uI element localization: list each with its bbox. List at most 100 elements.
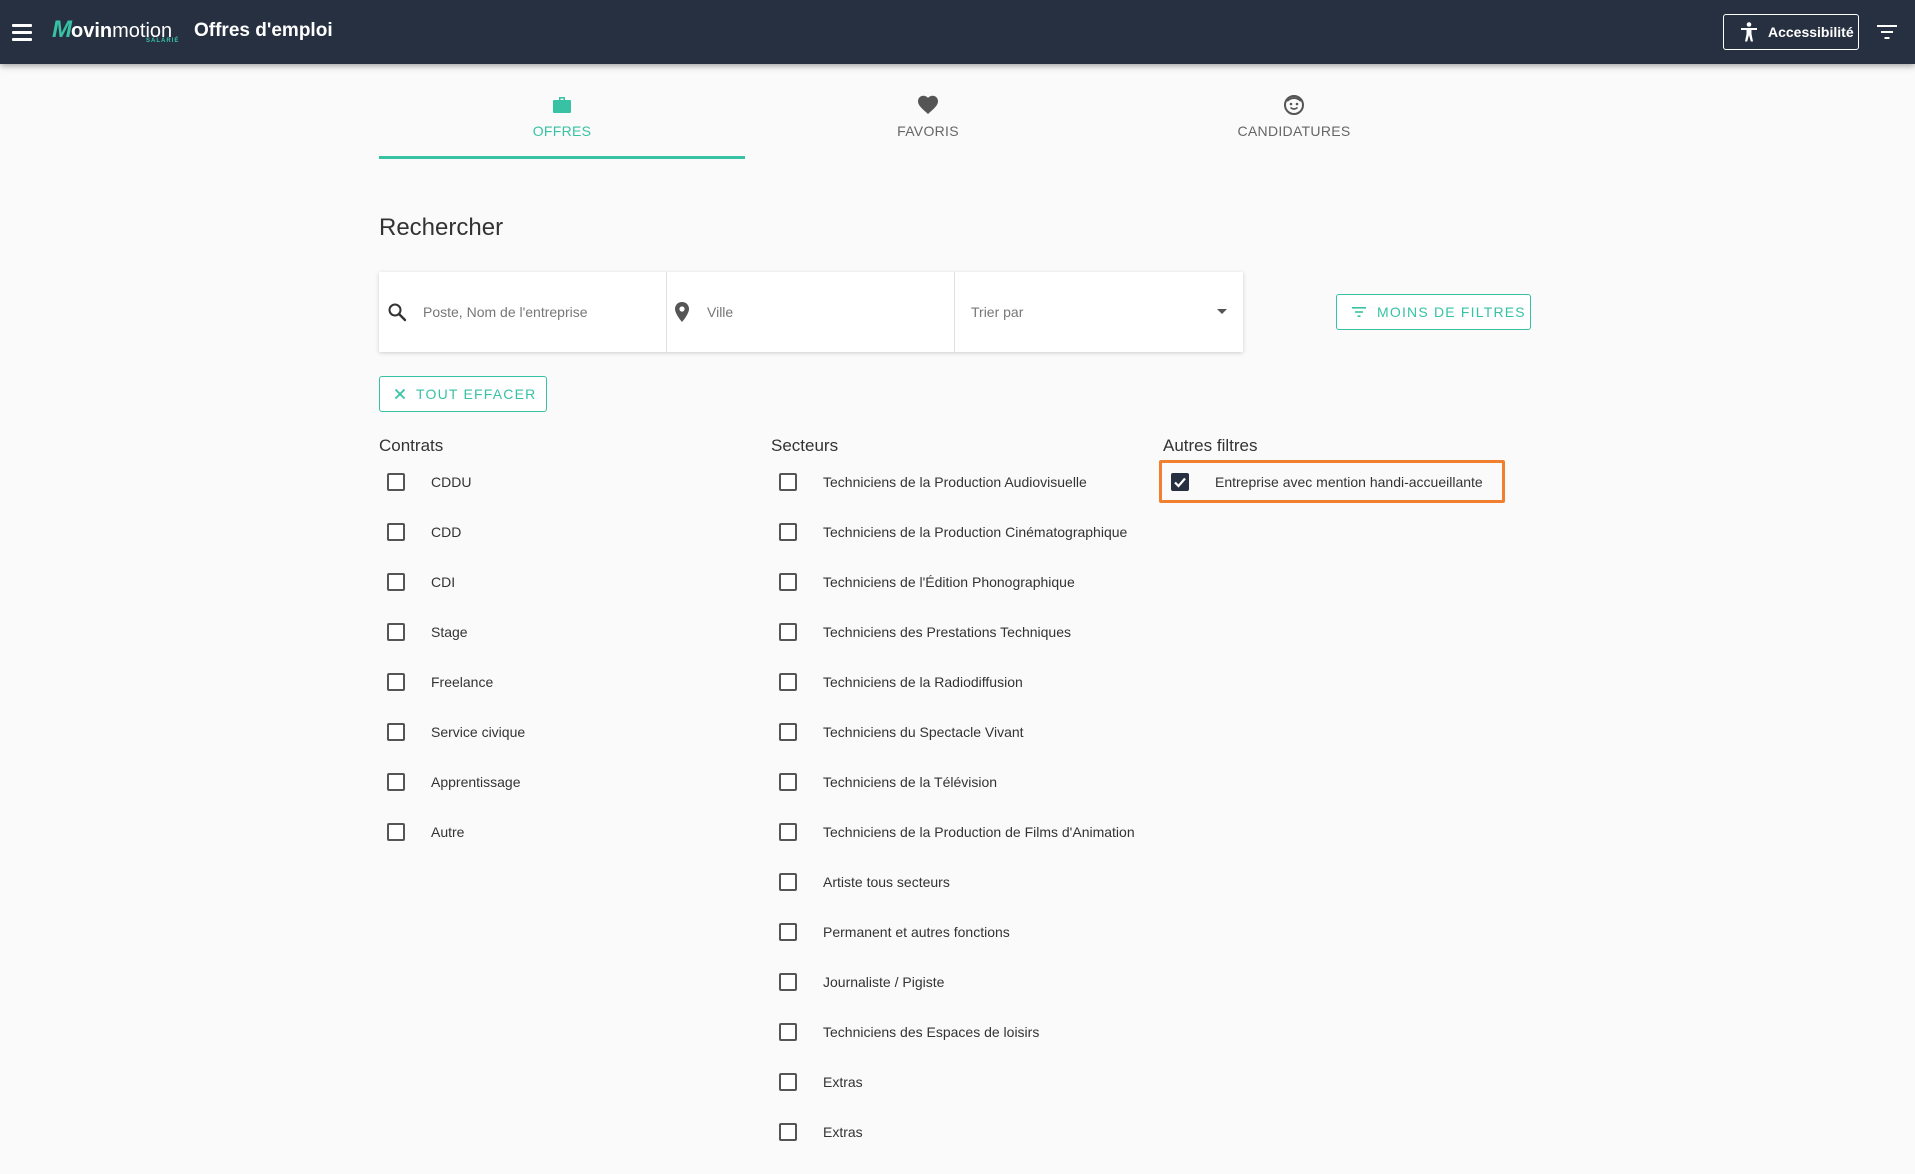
chevron-down-icon	[1217, 309, 1227, 314]
sector-option-label: Permanent et autres fonctions	[823, 924, 1010, 940]
sector-option-label: Extras	[823, 1074, 863, 1090]
sector-option[interactable]: Techniciens de la Production Cinématogra…	[779, 520, 1127, 544]
contract-option[interactable]: Autre	[387, 820, 464, 844]
checkbox[interactable]	[779, 673, 797, 691]
clear-all-label: TOUT EFFACER	[416, 386, 537, 402]
sector-option[interactable]: Extras	[779, 1120, 863, 1144]
checkbox[interactable]	[387, 773, 405, 791]
movinmotion-logo[interactable]: M ovin motion SALARIÉ	[52, 16, 178, 48]
tab-candidatures[interactable]: CANDIDATURES	[1111, 90, 1477, 158]
city-input[interactable]	[707, 297, 927, 327]
menu-icon[interactable]	[12, 18, 34, 46]
tab-offres[interactable]: OFFRES	[379, 90, 745, 159]
checkbox[interactable]	[387, 623, 405, 641]
less-filters-label: MOINS DE FILTRES	[1377, 304, 1526, 320]
contract-option-label: Apprentissage	[431, 774, 521, 790]
contract-option-label: CDI	[431, 574, 456, 590]
checkbox[interactable]	[387, 673, 405, 691]
checkbox[interactable]	[779, 723, 797, 741]
sector-option-label: Techniciens du Spectacle Vivant	[823, 724, 1024, 740]
logo-text-bold: ovin	[71, 20, 113, 42]
contract-option-label: CDDU	[431, 474, 472, 490]
page-title: Offres d'emploi	[194, 20, 333, 41]
contract-option[interactable]: Apprentissage	[387, 770, 521, 794]
sector-option-label: Extras	[823, 1124, 863, 1140]
sectors-filter-group: Secteurs Techniciens de la Production Au…	[771, 436, 1135, 1141]
sector-option[interactable]: Techniciens de la Production de Films d'…	[779, 820, 1135, 844]
checkbox[interactable]	[779, 1123, 797, 1141]
checkbox[interactable]	[779, 873, 797, 891]
contract-option[interactable]: CDI	[387, 570, 455, 594]
sector-option[interactable]: Techniciens de l'Édition Phonographique	[779, 570, 1075, 594]
logo-mark: M	[52, 16, 72, 43]
tab-bar: OFFRES FAVORIS CANDIDATURES	[379, 90, 1487, 160]
sector-option-label: Techniciens de l'Édition Phonographique	[823, 574, 1075, 590]
less-filters-button[interactable]: MOINS DE FILTRES	[1336, 294, 1531, 330]
contract-option[interactable]: CDD	[387, 520, 461, 544]
checkbox[interactable]	[779, 1073, 797, 1091]
search-query-cell	[379, 272, 667, 352]
filter-icon[interactable]	[1876, 22, 1898, 42]
top-app-bar: M ovin motion SALARIÉ Offres d'emploi Ac…	[0, 0, 1915, 64]
accessibility-button[interactable]: Accessibilité	[1723, 14, 1859, 50]
tab-candidatures-label: CANDIDATURES	[1237, 123, 1351, 139]
checkbox[interactable]	[387, 823, 405, 841]
sector-option[interactable]: Techniciens de la Radiodiffusion	[779, 670, 1023, 694]
sector-option-label: Techniciens des Prestations Techniques	[823, 624, 1072, 640]
checkbox[interactable]	[779, 1023, 797, 1041]
contract-option[interactable]: Service civique	[387, 720, 525, 744]
sort-select-label: Trier par	[971, 304, 1024, 320]
sector-option[interactable]: Permanent et autres fonctions	[779, 920, 1010, 944]
focus-highlight	[1159, 460, 1505, 503]
checkbox[interactable]	[779, 923, 797, 941]
sector-option-label: Artiste tous secteurs	[823, 874, 950, 890]
other-filters-title: Autres filtres	[1163, 436, 1258, 455]
sector-option[interactable]: Techniciens de la Télévision	[779, 770, 997, 794]
contract-option-label: Freelance	[431, 674, 494, 690]
clear-all-button[interactable]: TOUT EFFACER	[379, 376, 547, 412]
contract-option[interactable]: Freelance	[387, 670, 493, 694]
contract-option-label: CDD	[431, 524, 462, 540]
contract-option[interactable]: CDDU	[387, 470, 471, 494]
tab-favoris-label: FAVORIS	[897, 123, 959, 139]
other-filters-group: Autres filtres Entreprise avec mention h…	[1163, 436, 1483, 491]
sector-option[interactable]: Techniciens des Prestations Techniques	[779, 620, 1071, 644]
checkbox[interactable]	[779, 773, 797, 791]
close-icon	[394, 388, 406, 400]
location-pin-icon	[675, 302, 689, 322]
checkbox[interactable]	[387, 473, 405, 491]
heart-icon	[918, 95, 938, 114]
search-bar: Trier par	[379, 272, 1243, 352]
checkbox[interactable]	[779, 473, 797, 491]
sector-option[interactable]: Techniciens de la Production Audiovisuel…	[779, 470, 1087, 494]
logo-subtitle: SALARIÉ	[146, 38, 180, 44]
sectors-title: Secteurs	[771, 436, 839, 455]
search-input[interactable]	[423, 297, 643, 327]
checkbox[interactable]	[387, 523, 405, 541]
checkbox[interactable]	[779, 623, 797, 641]
sector-option[interactable]: Techniciens des Espaces de loisirs	[779, 1020, 1039, 1044]
sector-option-label: Journaliste / Pigiste	[823, 974, 945, 990]
sector-option[interactable]: Journaliste / Pigiste	[779, 970, 944, 994]
sector-option[interactable]: Artiste tous secteurs	[779, 870, 950, 894]
checkbox[interactable]	[779, 573, 797, 591]
sort-select[interactable]: Trier par	[955, 272, 1243, 352]
accessibility-label: Accessibilité	[1768, 24, 1854, 40]
checkbox[interactable]	[779, 973, 797, 991]
contracts-title: Contrats	[379, 436, 444, 455]
checkbox[interactable]	[387, 723, 405, 741]
contract-option-label: Autre	[431, 824, 465, 840]
contracts-filter-group: Contrats CDDU CDD CDI Stage Freelance Service…	[379, 436, 525, 841]
sector-option[interactable]: Extras	[779, 1070, 863, 1094]
sector-option-label: Techniciens de la Production Cinématogra…	[823, 524, 1128, 540]
contract-option[interactable]: Stage	[387, 620, 468, 644]
sector-option-label: Techniciens de la Radiodiffusion	[823, 674, 1023, 690]
checkbox[interactable]	[779, 523, 797, 541]
checkbox[interactable]	[387, 573, 405, 591]
checkbox[interactable]	[779, 823, 797, 841]
tab-favoris[interactable]: FAVORIS	[745, 90, 1111, 158]
city-cell	[667, 272, 955, 352]
filter-icon	[1352, 307, 1366, 317]
search-icon	[388, 303, 407, 322]
sector-option[interactable]: Techniciens du Spectacle Vivant	[779, 720, 1024, 744]
